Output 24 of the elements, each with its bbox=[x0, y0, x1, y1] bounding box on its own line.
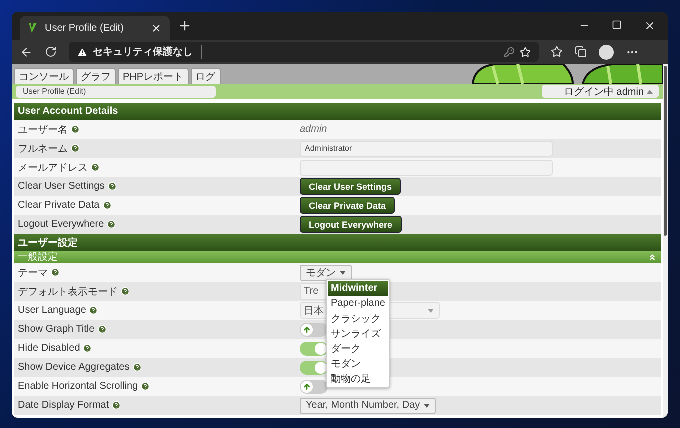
field-label: Hide Disabled bbox=[18, 343, 80, 354]
menu-value: モダン bbox=[306, 266, 336, 280]
section-header: ユーザー設定 bbox=[14, 234, 661, 251]
field-label: Show Graph Title bbox=[18, 324, 95, 335]
select-value: 日本 bbox=[304, 304, 324, 318]
tab-title: User Profile (Edit) bbox=[45, 22, 125, 34]
select-value: Tre bbox=[304, 286, 319, 297]
field-label: テーマ bbox=[18, 266, 48, 280]
field-label: メールアドレス bbox=[18, 162, 88, 174]
subsection-title: 一般設定 bbox=[18, 250, 58, 264]
field-label: Clear User Settings bbox=[18, 181, 105, 192]
field-label: Date Display Format bbox=[18, 400, 110, 411]
menu-value: Year, Month Number, Day bbox=[306, 400, 420, 411]
section-header: User Account Details bbox=[14, 103, 661, 120]
field-label: ユーザー名 bbox=[18, 124, 68, 136]
field-label: Show Device Aggregates bbox=[18, 362, 130, 373]
field-label: User Language bbox=[18, 305, 86, 316]
field-label: デフォルト表示モード bbox=[18, 286, 118, 298]
field-label: Enable Horizontal Scrolling bbox=[18, 381, 138, 392]
field-label: Clear Private Data bbox=[18, 200, 100, 211]
login-text: ログイン中 admin bbox=[564, 86, 644, 98]
field-label: Logout Everywhere bbox=[18, 219, 104, 230]
username-value: admin bbox=[300, 124, 328, 135]
field-label: フルネーム bbox=[18, 142, 68, 156]
